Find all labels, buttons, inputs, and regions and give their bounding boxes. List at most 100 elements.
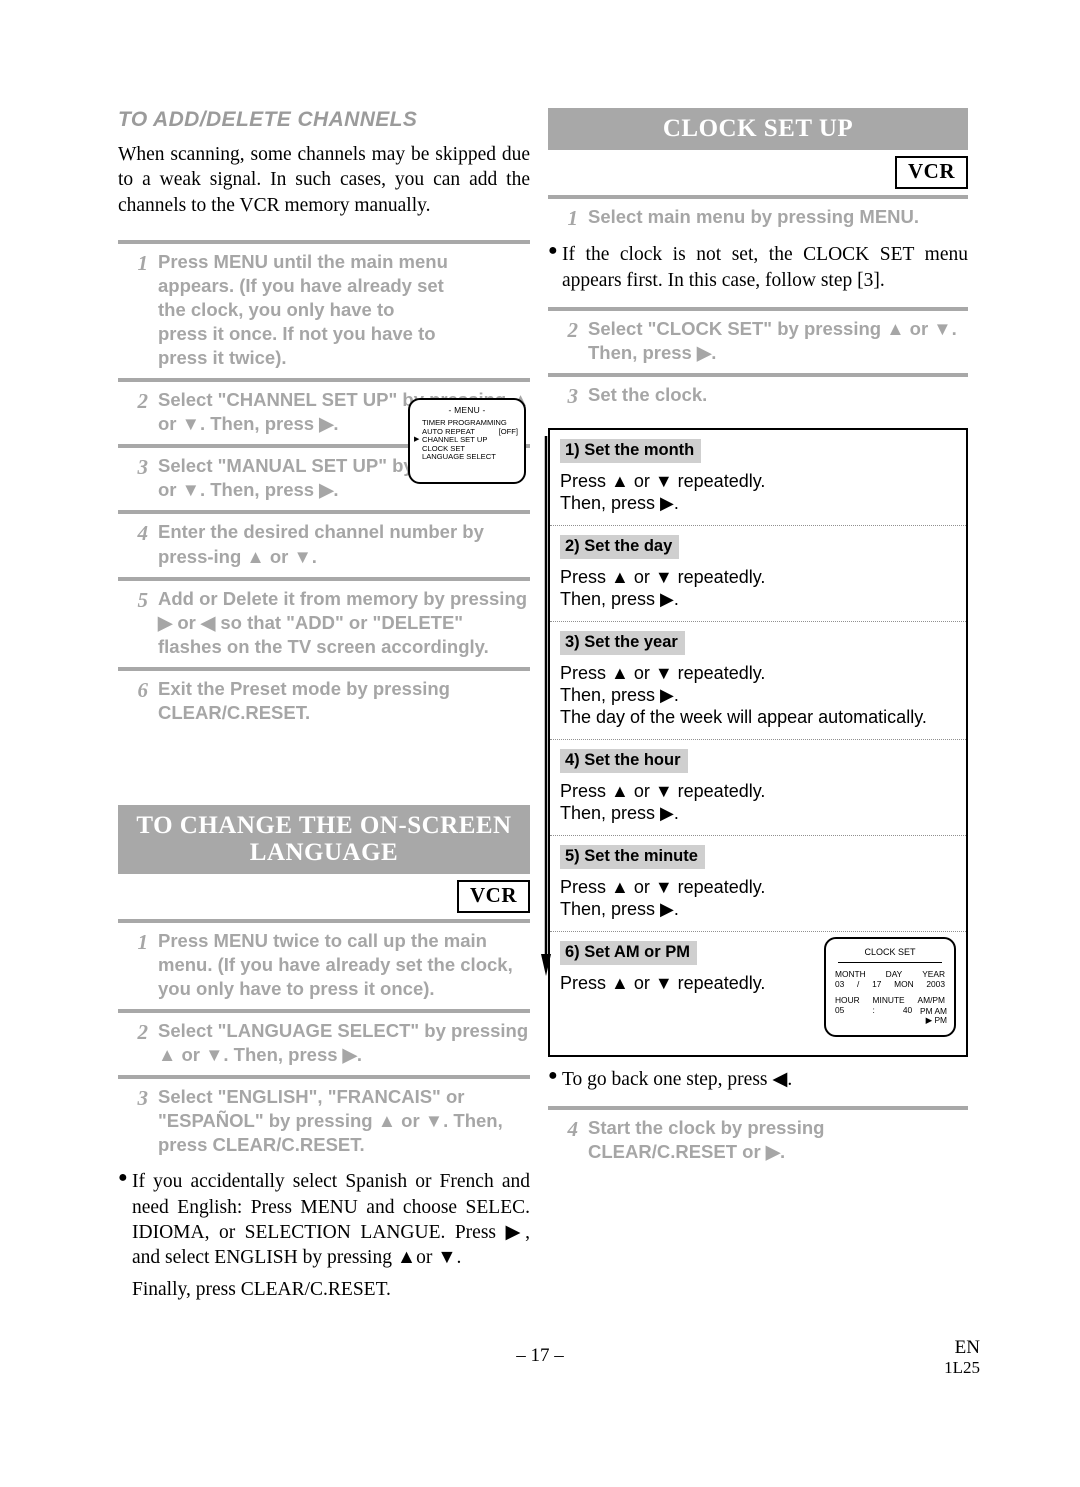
step-number: 5 [137, 587, 149, 612]
clock-substep-label: 1) Set the month [560, 439, 702, 464]
clock-substep-line: Press ▲ or ▼ repeatedly. [560, 781, 766, 802]
osd-ampm-pm-left: PM [920, 1005, 933, 1016]
footer-doc-code: 1L25 [944, 1358, 980, 1378]
osd-time-separator: : [872, 1005, 875, 1016]
osd-ampm-cursor-icon: ▶ [925, 1015, 933, 1026]
vcr-badge: VCR [895, 156, 968, 189]
clock-substep-label: 6) Set AM or PM [560, 940, 697, 965]
step-text: Enter the desired channel number by pres… [158, 521, 484, 567]
clock-substep-line: Then, press ▶. [560, 493, 679, 514]
step-item: 4 Start the clock by pressing CLEAR/C.RE… [548, 1110, 968, 1172]
step-number: 3 [567, 384, 579, 409]
clock-substep: 4) Set the hour Press ▲ or ▼ repeatedly.… [550, 739, 966, 835]
clock-note-text: If the clock is not set, the CLOCK SET m… [562, 244, 968, 291]
osd-menu-item-value: [OFF] [498, 426, 518, 436]
osd-menu-list: TIMER PROGRAMMING AUTO REPEAT [OFF] ▶ CH… [410, 418, 524, 462]
clock-substep-line: Press ▲ or ▼ repeatedly. [560, 567, 766, 588]
add-delete-intro-paragraph: When scanning, some channels may be skip… [118, 144, 530, 216]
osd-value-minute: 40 [902, 1005, 913, 1016]
go-back-note: ● To go back one step, press ◀. [548, 1067, 968, 1092]
section-banner-clock-set-up: CLOCK SET UP [548, 108, 968, 150]
step-number: 2 [567, 317, 579, 342]
manual-page: TO ADD/DELETE CHANNELS When scanning, so… [0, 0, 1080, 1487]
osd-value-month: 03 [835, 979, 845, 990]
clock-substep-line: Press ▲ or ▼ repeatedly. [560, 471, 766, 492]
step-number: 1 [137, 251, 149, 276]
step-number: 3 [137, 455, 149, 480]
osd-date-separator: / [857, 979, 860, 990]
osd-menu-item: LANGUAGE SELECT [422, 452, 524, 462]
language-note-bullet: ● If you accidentally select Spanish or … [118, 1169, 530, 1270]
osd-ampm-pm: PM [934, 1015, 947, 1026]
osd-clock-set-box: CLOCK SET MONTH DAY YEAR 03 / 17 MON 200… [824, 936, 956, 1037]
banner-line-1: TO CHANGE THE ON-SCREEN [136, 811, 512, 839]
step-text: Exit the Preset mode by pressing CLEAR/C… [158, 677, 450, 723]
clock-substep-text: Press ▲ or ▼ repeatedly. Then, press ▶. [560, 781, 956, 825]
osd-clock-divider [838, 961, 942, 964]
osd-main-menu-box: - MENU - TIMER PROGRAMMING AUTO REPEAT [… [408, 398, 526, 485]
language-note-final: Finally, press CLEAR/C.RESET. [132, 1278, 391, 1300]
left-column: TO ADD/DELETE CHANNELS When scanning, so… [118, 108, 530, 1302]
step-text: Press MENU twice to call up the main men… [158, 929, 513, 999]
osd-ampm-row-bottom: ▶ PM [920, 1015, 947, 1026]
clock-substep: 2) Set the day Press ▲ or ▼ repeatedly. … [550, 525, 966, 621]
step-item: 3 Select "ENGLISH", "FRANCAIS" or "ESPAÑ… [118, 1079, 530, 1165]
footer-doc-info: EN 1L25 [944, 1337, 980, 1377]
osd-ampm-toggle: PM AM ▶ PM [920, 1005, 947, 1026]
step-item: 2 Select "LANGUAGE SELECT" by pressing ▲… [118, 1013, 530, 1075]
step-number: 4 [567, 1117, 579, 1142]
step-text: Select "ENGLISH", "FRANCAIS" or "ESPAÑOL… [158, 1086, 503, 1156]
step-number: 2 [137, 389, 149, 414]
step-number: 1 [567, 206, 579, 230]
step-text: Select "CLOCK SET" by pressing ▲ or ▼. T… [588, 317, 957, 364]
vcr-badge: VCR [457, 879, 530, 913]
step-item: 1 Press MENU until the main menu appears… [118, 244, 530, 378]
osd-cursor-icon: ▶ [414, 436, 420, 444]
clock-substep-line: Then, press ▶. [560, 803, 679, 823]
clock-substep: 5) Set the minute Press ▲ or ▼ repeatedl… [550, 834, 966, 931]
step-number: 2 [137, 1019, 149, 1044]
clock-substep-text: Press ▲ or ▼ repeatedly. Then, press ▶. [560, 567, 956, 611]
vcr-badge-row: VCR [548, 150, 968, 195]
clock-substep-line: The day of the week will appear automati… [560, 707, 927, 728]
go-back-note-text: To go back one step, press ◀. [562, 1068, 793, 1090]
clock-note-bullet: ● If the clock is not set, the CLOCK SET… [548, 242, 968, 293]
bullet-icon: ● [548, 242, 558, 260]
clock-substep-line: Then, press ▶. [560, 685, 679, 706]
step-text: Set the clock. [588, 384, 708, 406]
clock-substep-text: Press ▲ or ▼ repeatedly. Then, press ▶. [560, 471, 956, 515]
step-item: 5 Add or Delete it from memory by pressi… [118, 581, 530, 667]
column-divider [538, 112, 539, 1292]
step-number: 1 [137, 929, 149, 954]
step-number: 3 [137, 1086, 149, 1111]
osd-date-values: 03 / 17 MON 2003 [835, 979, 945, 990]
clock-substep-label: 4) Set the hour [560, 749, 688, 774]
osd-menu-title: - MENU - [448, 405, 486, 416]
clock-substep-text: Press ▲ or ▼ repeatedly. Then, press ▶. [560, 877, 956, 921]
step-item: 4 Enter the desired channel number by pr… [118, 514, 530, 576]
osd-value-year: 2003 [926, 979, 945, 990]
bullet-icon: ● [118, 1169, 128, 1187]
section-banner-change-language: TO CHANGE THE ON-SCREEN LANGUAGE [118, 804, 530, 874]
step-item: 1 Press MENU twice to call up the main m… [118, 923, 530, 1009]
step-number: 6 [137, 677, 149, 702]
step-item: 2 Select "CLOCK SET" by pressing ▲ or ▼.… [548, 311, 968, 373]
osd-clock-title: CLOCK SET [864, 946, 916, 957]
banner-line-2: LANGUAGE [249, 838, 399, 866]
step-text: Start the clock by pressing CLEAR/C.RESE… [588, 1117, 825, 1163]
clock-substep-label: 3) Set the year [560, 631, 685, 656]
osd-ampm-am: AM [934, 1005, 947, 1016]
osd-label-minute: MINUTE [872, 995, 905, 1006]
language-note-text: If you accidentally select Spanish or Fr… [132, 1171, 530, 1269]
clock-substep-line: Then, press ▶. [560, 898, 679, 919]
right-column: CLOCK SET UP VCR 1 Select main menu by p… [541, 108, 968, 1172]
step-text: Add or Delete it from memory by pressing… [158, 587, 528, 657]
step-item: 1 Select main menu by pressing MENU. [548, 199, 968, 240]
clock-substep: 6) Set AM or PM Press ▲ or ▼ repeatedly.… [550, 930, 966, 1055]
clock-substep-line: Press ▲ or ▼ repeatedly. [560, 972, 766, 993]
step-item: 3 Set the clock. [548, 377, 968, 418]
osd-value-hour: 05 [835, 1005, 845, 1016]
clock-substep-text: Press ▲ or ▼ repeatedly. Then, press ▶. … [560, 663, 956, 729]
clock-substep-label: 5) Set the minute [560, 844, 705, 869]
clock-substep-line: Then, press ▶. [560, 589, 679, 610]
